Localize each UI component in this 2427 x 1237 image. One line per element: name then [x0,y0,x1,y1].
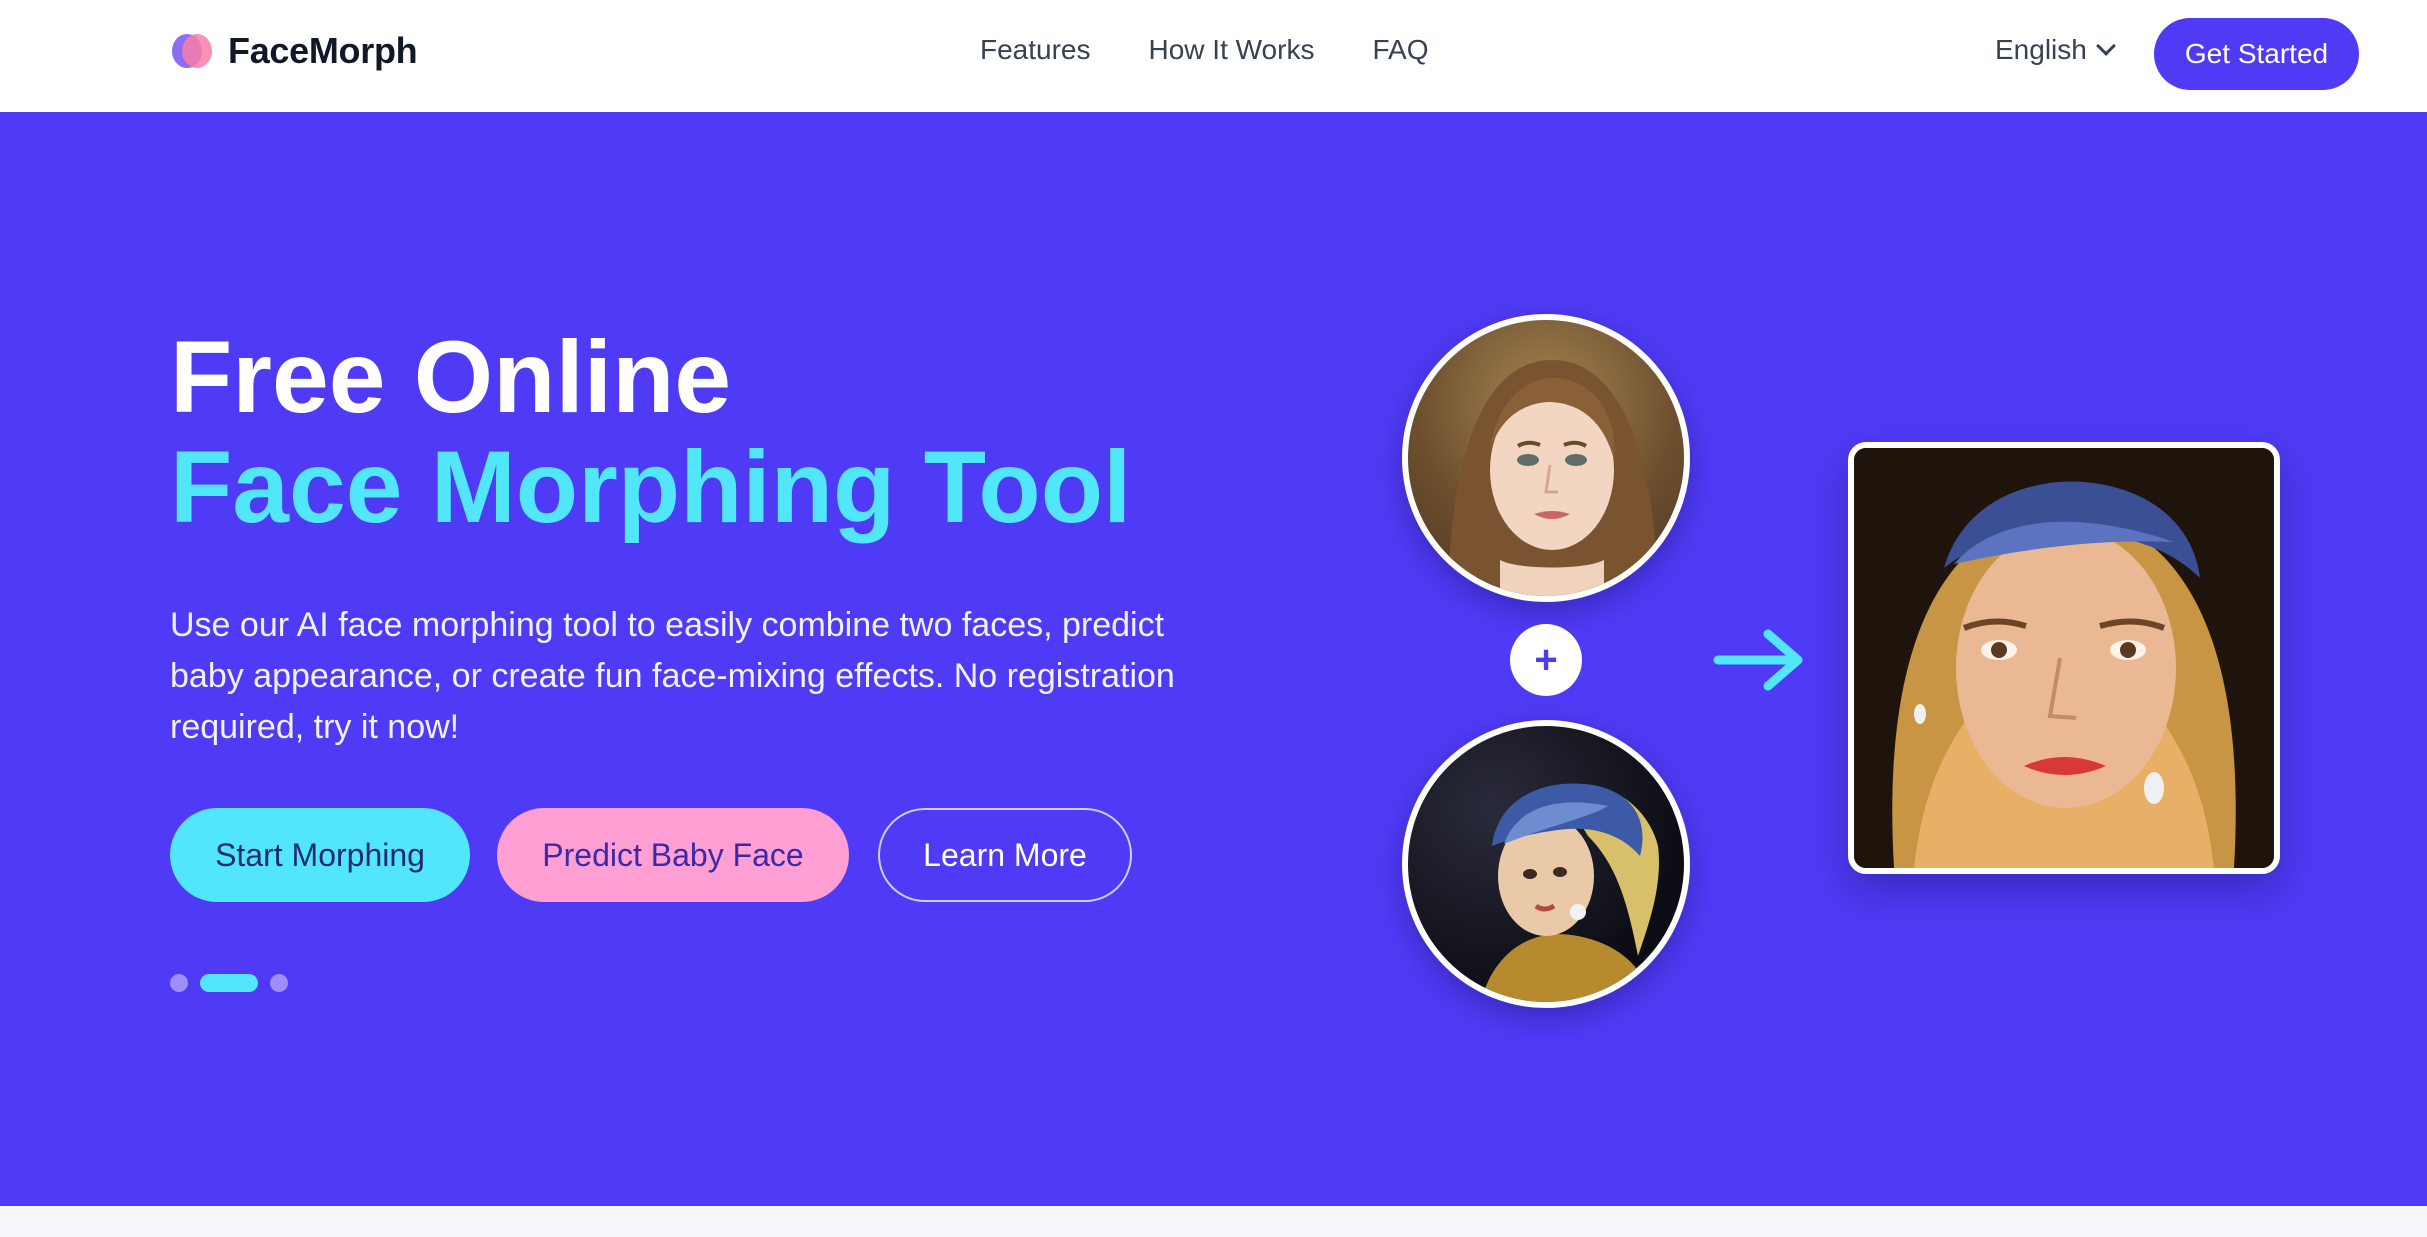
plus-icon: + [1510,624,1582,696]
carousel-dot-3[interactable] [270,974,288,992]
nav-link-how-it-works[interactable]: How It Works [1149,34,1315,66]
get-started-button[interactable]: Get Started [2154,18,2359,90]
chevron-down-icon [2095,36,2116,56]
hero-description: Use our AI face morphing tool to easily … [170,606,1175,746]
arrow-right-icon [1713,629,1803,691]
nav-links: Features How It Works FAQ [980,34,1428,66]
predict-baby-face-button[interactable]: Predict Baby Face [497,808,849,902]
next-section-edge [0,1206,2427,1237]
morph-result-image [1848,442,2280,874]
nav-link-features[interactable]: Features [980,34,1091,66]
carousel-dot-1[interactable] [170,974,188,992]
top-navbar: FaceMorph Features How It Works FAQ Engl… [0,0,2427,112]
nav-link-faq[interactable]: FAQ [1372,34,1428,66]
brand[interactable]: FaceMorph [170,30,418,72]
start-morphing-button[interactable]: Start Morphing [170,808,470,902]
language-label: English [1995,34,2087,65]
hero-section: Free Online Face Morphing Tool Use our A… [0,112,2427,1206]
hero-title-line2: Face Morphing Tool [170,430,1132,544]
language-selector[interactable]: English [1995,34,2116,66]
brand-name: FaceMorph [228,30,418,71]
hero-title-line1: Free Online [170,320,732,434]
source-face-1-image [1402,314,1690,602]
carousel-indicators [170,974,288,992]
source-face-2-image [1402,720,1690,1008]
carousel-dot-2-active[interactable] [200,974,258,992]
learn-more-button[interactable]: Learn More [878,808,1132,902]
brand-logo-icon [170,30,212,72]
